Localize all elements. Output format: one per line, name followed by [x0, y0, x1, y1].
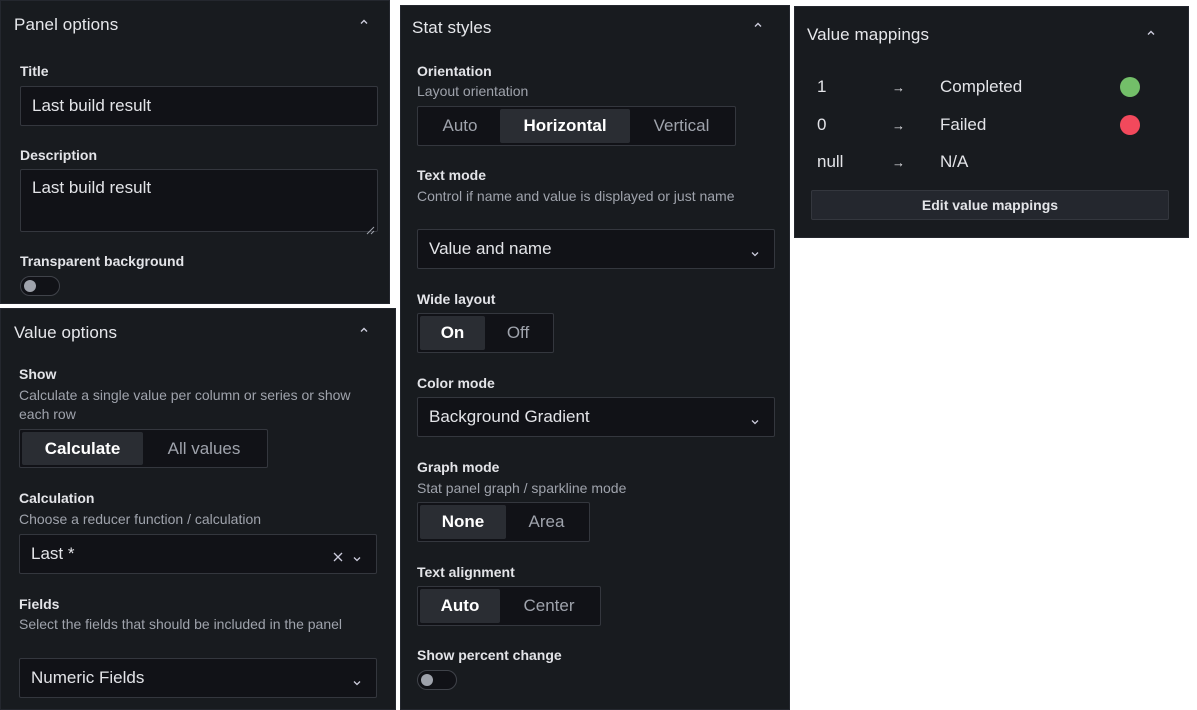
mapping-value: 1	[817, 77, 827, 96]
stat-styles-header[interactable]: Stat styles	[401, 6, 789, 50]
chevron-up-icon[interactable]	[357, 15, 371, 29]
show-option-all-values[interactable]: All values	[143, 432, 265, 465]
graph-mode-description: Stat panel graph / sparkline mode	[417, 480, 627, 496]
text-mode-description: Control if name and value is displayed o…	[417, 188, 735, 204]
orientation-description: Layout orientation	[417, 83, 529, 99]
show-label: Show	[19, 366, 57, 382]
panel-options-section: Panel options Title Last build result De…	[0, 0, 390, 304]
chevron-down-icon	[352, 549, 362, 562]
title-input[interactable]: Last build result	[20, 86, 378, 126]
value-mappings-header[interactable]: Value mappings	[795, 7, 1188, 51]
mapping-value: 0	[817, 115, 827, 134]
value-mappings-section: Value mappings 1 → Completed 0 → Failed …	[794, 6, 1189, 238]
title-input-value: Last build result	[32, 96, 152, 115]
text-alignment-option-auto[interactable]: Auto	[420, 589, 500, 623]
show-option-calculate[interactable]: Calculate	[22, 432, 143, 465]
orientation-label: Orientation	[417, 63, 492, 79]
orientation-radio-group: Auto Horizontal Vertical	[417, 106, 736, 146]
description-textarea[interactable]: Last build result	[20, 169, 378, 235]
section-title: Stat styles	[412, 18, 492, 37]
description-value: Last build result	[32, 178, 152, 197]
text-alignment-radio-group: Auto Center	[417, 586, 601, 626]
title-label: Title	[20, 63, 49, 79]
transparent-background-label: Transparent background	[20, 253, 185, 269]
toggle-knob	[24, 280, 36, 292]
graph-mode-radio-group: None Area	[417, 502, 590, 542]
mapping-text: N/A	[940, 152, 969, 171]
calculation-description: Choose a reducer function / calculation	[19, 511, 262, 527]
wide-layout-option-on[interactable]: On	[420, 316, 485, 350]
calculation-value: Last *	[31, 544, 75, 563]
value-options-section: Value options Show Calculate a single va…	[0, 308, 396, 710]
value-options-header[interactable]: Value options	[1, 309, 395, 353]
description-label: Description	[20, 147, 98, 163]
mapping-color-green[interactable]	[1120, 77, 1140, 97]
fields-description: Select the fields that should be include…	[19, 616, 343, 632]
graph-mode-option-area[interactable]: Area	[506, 505, 587, 539]
wide-layout-radio-group: On Off	[417, 313, 554, 353]
chevron-down-icon	[750, 412, 760, 425]
resize-grip-icon[interactable]	[366, 220, 375, 235]
edit-value-mappings-button[interactable]: Edit value mappings	[811, 190, 1169, 220]
panel-options-header[interactable]: Panel options	[1, 1, 389, 45]
color-mode-select[interactable]: Background Gradient	[417, 397, 775, 437]
chevron-up-icon[interactable]	[357, 323, 371, 337]
orientation-option-vertical[interactable]: Vertical	[630, 109, 733, 143]
fields-label: Fields	[19, 596, 60, 612]
section-title: Value options	[14, 323, 118, 342]
percent-change-label: Show percent change	[417, 647, 562, 663]
stat-styles-section: Stat styles Orientation Layout orientati…	[400, 5, 790, 710]
mapping-color-red[interactable]	[1120, 115, 1140, 135]
chevron-up-icon[interactable]	[751, 18, 765, 32]
show-description: Calculate a single value per column or s…	[19, 387, 351, 422]
fields-select[interactable]: Numeric Fields	[19, 658, 377, 698]
wide-layout-label: Wide layout	[417, 291, 496, 307]
text-mode-select[interactable]: Value and name	[417, 229, 775, 269]
text-mode-value: Value and name	[429, 239, 552, 258]
color-mode-value: Background Gradient	[429, 407, 590, 426]
fields-value: Numeric Fields	[31, 668, 145, 687]
graph-mode-option-none[interactable]: None	[420, 505, 506, 539]
transparent-background-toggle[interactable]	[20, 276, 60, 296]
section-title: Panel options	[14, 15, 119, 34]
wide-layout-option-off[interactable]: Off	[485, 316, 551, 350]
calculation-select[interactable]: Last *	[19, 534, 377, 574]
orientation-option-horizontal[interactable]: Horizontal	[500, 109, 630, 143]
mapping-text: Failed	[940, 115, 987, 134]
text-mode-label: Text mode	[417, 167, 486, 183]
color-mode-label: Color mode	[417, 375, 495, 391]
text-alignment-option-center[interactable]: Center	[500, 589, 598, 623]
mapping-text: Completed	[940, 77, 1023, 96]
arrow-right-icon: →	[892, 118, 905, 133]
percent-change-toggle[interactable]	[417, 670, 457, 690]
mapping-value: null	[817, 152, 844, 171]
text-alignment-label: Text alignment	[417, 564, 515, 580]
chevron-up-icon[interactable]	[1144, 26, 1158, 40]
section-title: Value mappings	[807, 25, 930, 44]
show-radio-group: Calculate All values	[19, 429, 268, 468]
arrow-right-icon: →	[892, 155, 905, 170]
chevron-down-icon	[352, 673, 362, 686]
chevron-down-icon	[750, 244, 760, 257]
calculation-label: Calculation	[19, 490, 95, 506]
toggle-knob	[421, 674, 433, 686]
orientation-option-auto[interactable]: Auto	[420, 109, 500, 143]
arrow-right-icon: →	[892, 80, 905, 95]
clear-icon[interactable]	[332, 548, 344, 562]
graph-mode-label: Graph mode	[417, 459, 500, 475]
